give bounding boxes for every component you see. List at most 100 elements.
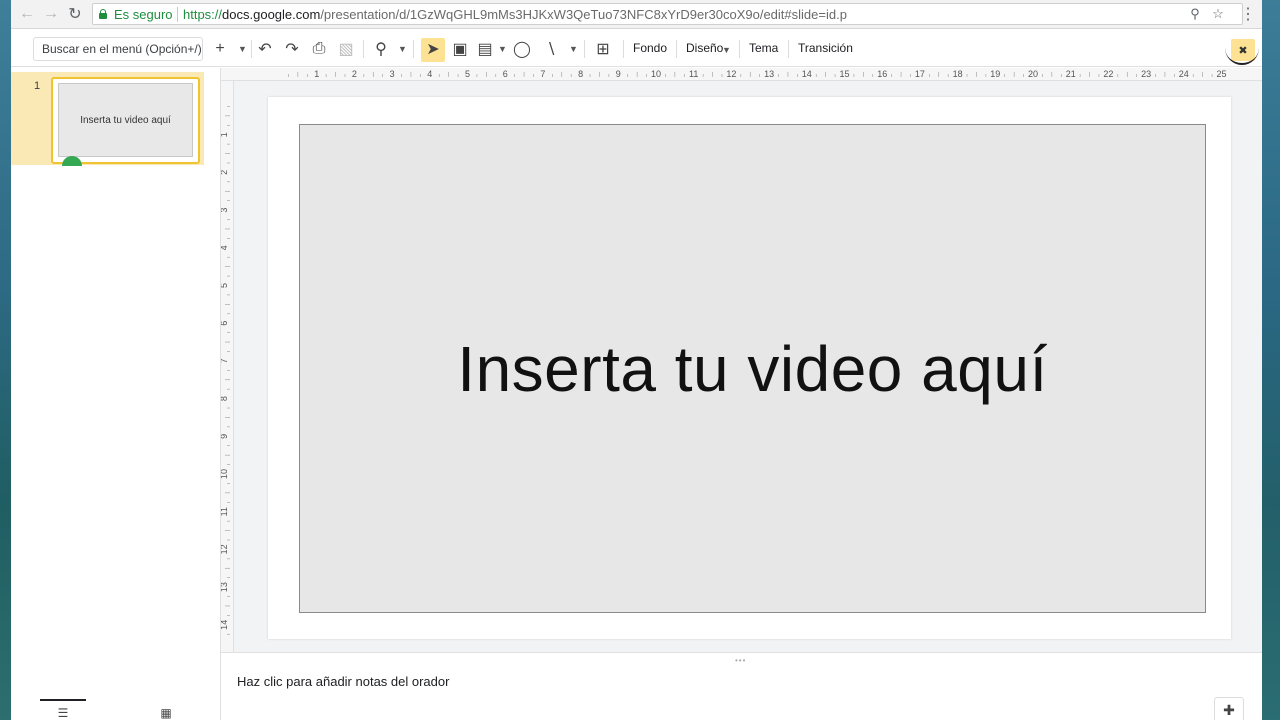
- transicion-button[interactable]: Transición: [798, 41, 853, 55]
- ruler-top-label: 23: [1141, 69, 1151, 79]
- ruler-left-label: 2: [221, 170, 229, 175]
- magnifier-icon[interactable]: ⚲: [1187, 6, 1203, 22]
- image-caret-icon[interactable]: ▼: [498, 37, 507, 61]
- new-slide-caret-icon[interactable]: ▼: [238, 37, 247, 61]
- explore-plus-icon[interactable]: ✚: [1214, 697, 1244, 720]
- slide-canvas: Inserta tu video aquí: [234, 81, 1262, 652]
- desktop-background-right: [1262, 0, 1280, 720]
- ruler-top-label: 18: [953, 69, 963, 79]
- fondo-button[interactable]: Fondo: [633, 41, 667, 55]
- ruler-top-label: 15: [839, 69, 849, 79]
- ruler-top-label: 14: [802, 69, 812, 79]
- ruler-top-label: 21: [1066, 69, 1076, 79]
- browser-toolbar: ← → ↻ Es seguro https://docs.google.com/…: [11, 0, 1262, 29]
- line-icon[interactable]: ∖: [541, 37, 561, 61]
- thumbnail-placeholder: Inserta tu video aquí: [58, 83, 193, 157]
- print-icon[interactable]: ⎙: [309, 37, 329, 61]
- new-slide-plus-icon[interactable]: +: [212, 37, 228, 61]
- ruler-top-label: 3: [390, 69, 395, 79]
- ruler-left-label: 8: [221, 396, 229, 401]
- ruler-top-label: 20: [1028, 69, 1038, 79]
- collaborator-badge: [62, 156, 82, 166]
- placeholder-text[interactable]: Inserta tu video aquí: [457, 332, 1047, 406]
- video-placeholder-box[interactable]: Inserta tu video aquí: [299, 124, 1206, 613]
- toolbar-divider: [788, 40, 789, 58]
- line-caret-icon[interactable]: ▼: [569, 37, 578, 61]
- slides-toolbar: Buscar en el menú (Opción+/) + ▼ ↶ ↷ ⎙ ▧…: [11, 29, 1262, 67]
- ruler-top-label: 22: [1103, 69, 1113, 79]
- ruler-top-label: 1: [314, 69, 319, 79]
- url-host: docs.google.com: [222, 7, 321, 22]
- ruler-top-label: 8: [578, 69, 583, 79]
- ruler-left-label: 6: [221, 321, 229, 326]
- diseno-caret-icon[interactable]: ▼: [722, 38, 731, 62]
- ruler-top-label: 11: [689, 69, 698, 79]
- thumbnail-text: Inserta tu video aquí: [80, 114, 171, 126]
- back-arrow-icon[interactable]: ←: [17, 4, 37, 24]
- slide-thumbnail[interactable]: Inserta tu video aquí: [51, 77, 200, 166]
- grid-view-icon[interactable]: ▦: [143, 699, 189, 720]
- image-icon[interactable]: ▤: [475, 37, 495, 61]
- ruler-top-label: 7: [540, 69, 545, 79]
- url-path: /presentation/d/1GzWqGHL9mMs3HJKxW3QeTuo…: [320, 7, 847, 22]
- toolbar-divider: [251, 40, 252, 58]
- address-bar[interactable]: Es seguro https://docs.google.com/presen…: [92, 3, 1243, 25]
- ruler-left-label: 11: [221, 507, 229, 516]
- ruler-top-label: 2: [352, 69, 357, 79]
- url-separator: [177, 7, 178, 22]
- zoom-icon[interactable]: ⚲: [371, 37, 391, 61]
- ruler-left-label: 5: [221, 283, 229, 288]
- ruler-left-label: 10: [221, 469, 229, 479]
- speaker-notes[interactable]: ••• Haz clic para añadir notas del orado…: [221, 652, 1262, 720]
- ruler-left-label: 3: [221, 208, 229, 213]
- tema-button[interactable]: Tema: [749, 41, 778, 55]
- menu-search-input[interactable]: Buscar en el menú (Opción+/): [33, 37, 203, 61]
- undo-icon[interactable]: ↶: [255, 37, 275, 61]
- reload-icon[interactable]: ↻: [65, 4, 85, 24]
- url-text[interactable]: https://docs.google.com/presentation/d/1…: [183, 7, 847, 22]
- slide-page[interactable]: Inserta tu video aquí: [268, 97, 1231, 639]
- notes-resize-handle[interactable]: •••: [735, 656, 746, 665]
- browser-window: ← → ↻ Es seguro https://docs.google.com/…: [11, 0, 1262, 720]
- ruler-top-label: 12: [726, 69, 736, 79]
- ruler-left-label: 9: [221, 434, 229, 439]
- forward-arrow-icon[interactable]: →: [41, 4, 61, 24]
- filmstrip-view-icon[interactable]: ☰: [40, 699, 86, 720]
- ruler-top-label: 6: [503, 69, 508, 79]
- ruler-top-label: 19: [990, 69, 1000, 79]
- toolbar-divider: [584, 40, 585, 58]
- horizontal-ruler: 1 2 3 4 5 6 7 8 9 10 11 12 13 14 15 16 17 18 19 20 21 22 23 24 2…: [221, 68, 1262, 81]
- ruler-top-label: 16: [877, 69, 887, 79]
- diseno-button[interactable]: Diseño: [686, 41, 723, 55]
- select-cursor-icon[interactable]: ➤: [423, 37, 443, 61]
- notes-placeholder[interactable]: Haz clic para añadir notas del orador: [237, 674, 449, 689]
- toolbar-divider: [676, 40, 677, 58]
- toolbar-divider: [363, 40, 364, 58]
- paint-format-icon[interactable]: ▧: [336, 37, 356, 61]
- zoom-caret-icon[interactable]: ▼: [398, 37, 407, 61]
- star-icon[interactable]: ☆: [1210, 6, 1226, 22]
- ruler-top-label: 25: [1216, 69, 1226, 79]
- ruler-top-label: 24: [1179, 69, 1189, 79]
- ruler-top-label: 4: [427, 69, 432, 79]
- ruler-top-label: 5: [465, 69, 470, 79]
- ruler-left-label: 13: [221, 582, 229, 592]
- ruler-top-label: 9: [616, 69, 621, 79]
- lock-icon: [99, 9, 107, 19]
- toolbar-divider: [739, 40, 740, 58]
- url-scheme: https://: [183, 7, 223, 22]
- toolbar-divider: [413, 40, 414, 58]
- ruler-top-label: 10: [651, 69, 661, 79]
- redo-icon[interactable]: ↷: [282, 37, 302, 61]
- text-box-icon[interactable]: ▣: [450, 37, 470, 61]
- desktop-background-left: [0, 0, 11, 720]
- toolbar-divider: [623, 40, 624, 58]
- ruler-left-label: 4: [221, 245, 229, 250]
- ruler-left-label: 7: [221, 358, 229, 363]
- ruler-left-label: 1: [221, 132, 229, 137]
- shape-icon[interactable]: ◯: [512, 37, 532, 61]
- vertical-dots-icon[interactable]: ⋮: [1240, 4, 1256, 24]
- slide-entry-1[interactable]: 1 Inserta tu video aquí: [11, 72, 204, 166]
- add-comment-icon[interactable]: ⊞: [593, 37, 613, 61]
- vertical-ruler: 1234567891011121314: [221, 81, 234, 652]
